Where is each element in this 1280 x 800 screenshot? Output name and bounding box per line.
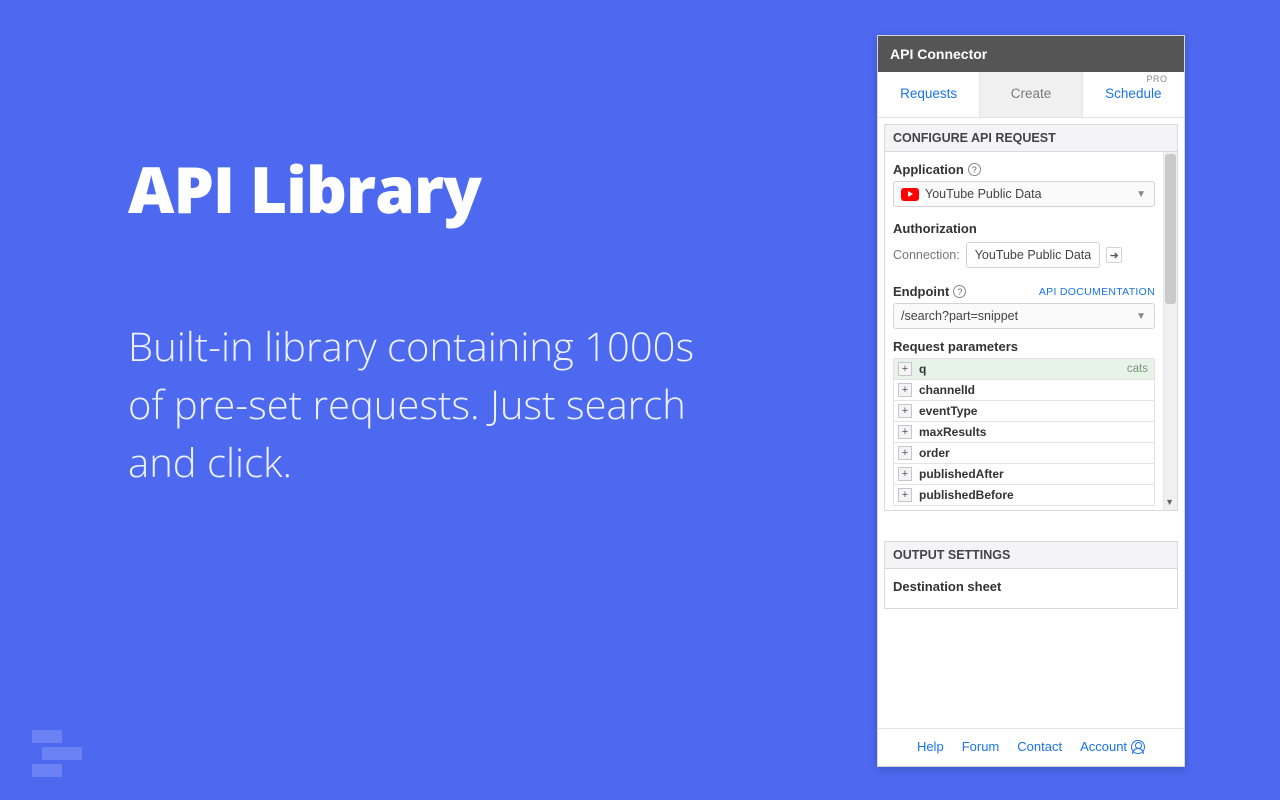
param-name: channelId [919,383,1148,397]
application-value: YouTube Public Data [925,187,1042,201]
api-connector-panel: API Connector Requests Create Schedule PR… [877,35,1185,767]
endpoint-select[interactable]: /search?part=snippet ▼ [893,303,1155,329]
param-row[interactable]: + maxResults [894,421,1154,442]
hero-title: API Library [128,155,728,222]
tab-label: Schedule [1105,86,1161,101]
configure-section-header: CONFIGURE API REQUEST [884,124,1178,152]
add-param-icon[interactable]: + [898,488,912,502]
param-row[interactable]: + publishedBefore [894,484,1154,505]
param-name: maxResults [919,425,1148,439]
add-param-icon[interactable]: + [898,467,912,481]
tab-create[interactable]: Create [979,72,1082,117]
destination-sheet-label: Destination sheet [893,579,1169,594]
hero-description: Built-in library containing 1000s of pre… [128,317,728,491]
connection-value[interactable]: YouTube Public Data [966,242,1101,268]
request-parameters-list: + qcats + channelId + eventType + maxResults + or… [893,358,1155,506]
add-param-icon[interactable]: + [898,446,912,460]
tab-bar: Requests Create Schedule PRO [878,72,1184,118]
chevron-down-icon: ▼ [1136,311,1146,322]
output-section-header: OUTPUT SETTINGS [884,541,1178,569]
param-value: cats [1127,363,1148,375]
add-param-icon[interactable]: + [898,362,912,376]
endpoint-label: Endpoint ? [893,284,966,299]
account-link[interactable]: Account [1080,739,1145,754]
forum-link[interactable]: Forum [962,739,1000,754]
application-label: Application ? [893,162,1155,177]
tab-requests[interactable]: Requests [878,72,979,117]
hero-banner: API Library Built-in library containing … [128,155,728,491]
param-row[interactable]: + eventType [894,400,1154,421]
connection-label: Connection: [893,248,960,262]
tab-label: Create [1011,86,1052,101]
param-name: q [919,362,1127,376]
brand-icon [22,730,82,778]
panel-title: API Connector [878,36,1184,72]
output-section-body: Destination sheet [884,569,1178,609]
param-row[interactable]: + order [894,442,1154,463]
add-param-icon[interactable]: + [898,404,912,418]
param-name: order [919,446,1148,460]
endpoint-value: /search?part=snippet [901,309,1018,323]
param-row[interactable]: + qcats [894,359,1154,379]
param-name: publishedAfter [919,467,1148,481]
api-documentation-link[interactable]: API DOCUMENTATION [1039,286,1155,298]
youtube-icon [901,188,919,201]
tab-label: Requests [900,86,957,101]
account-icon [1131,740,1145,754]
contact-link[interactable]: Contact [1017,739,1062,754]
help-icon[interactable]: ? [953,285,966,298]
add-param-icon[interactable]: + [898,425,912,439]
param-row[interactable]: + channelId [894,379,1154,400]
param-name: publishedBefore [919,488,1148,502]
scrollbar[interactable]: ▼ [1163,152,1177,510]
param-name: eventType [919,404,1148,418]
help-link[interactable]: Help [917,739,944,754]
chevron-down-icon: ▼ [1136,189,1146,200]
pro-badge: PRO [1146,74,1167,84]
application-select[interactable]: YouTube Public Data ▼ [893,181,1155,207]
authorization-label: Authorization [893,221,1155,236]
open-connection-icon[interactable]: ➜ [1106,247,1122,263]
request-parameters-label: Request parameters [893,339,1155,354]
add-param-icon[interactable]: + [898,383,912,397]
tab-schedule[interactable]: Schedule PRO [1083,72,1184,117]
scroll-down-icon[interactable]: ▼ [1165,497,1174,507]
panel-footer: Help Forum Contact Account [878,728,1184,766]
param-row[interactable]: + publishedAfter [894,463,1154,484]
scrollbar-thumb[interactable] [1165,154,1176,304]
help-icon[interactable]: ? [968,163,981,176]
